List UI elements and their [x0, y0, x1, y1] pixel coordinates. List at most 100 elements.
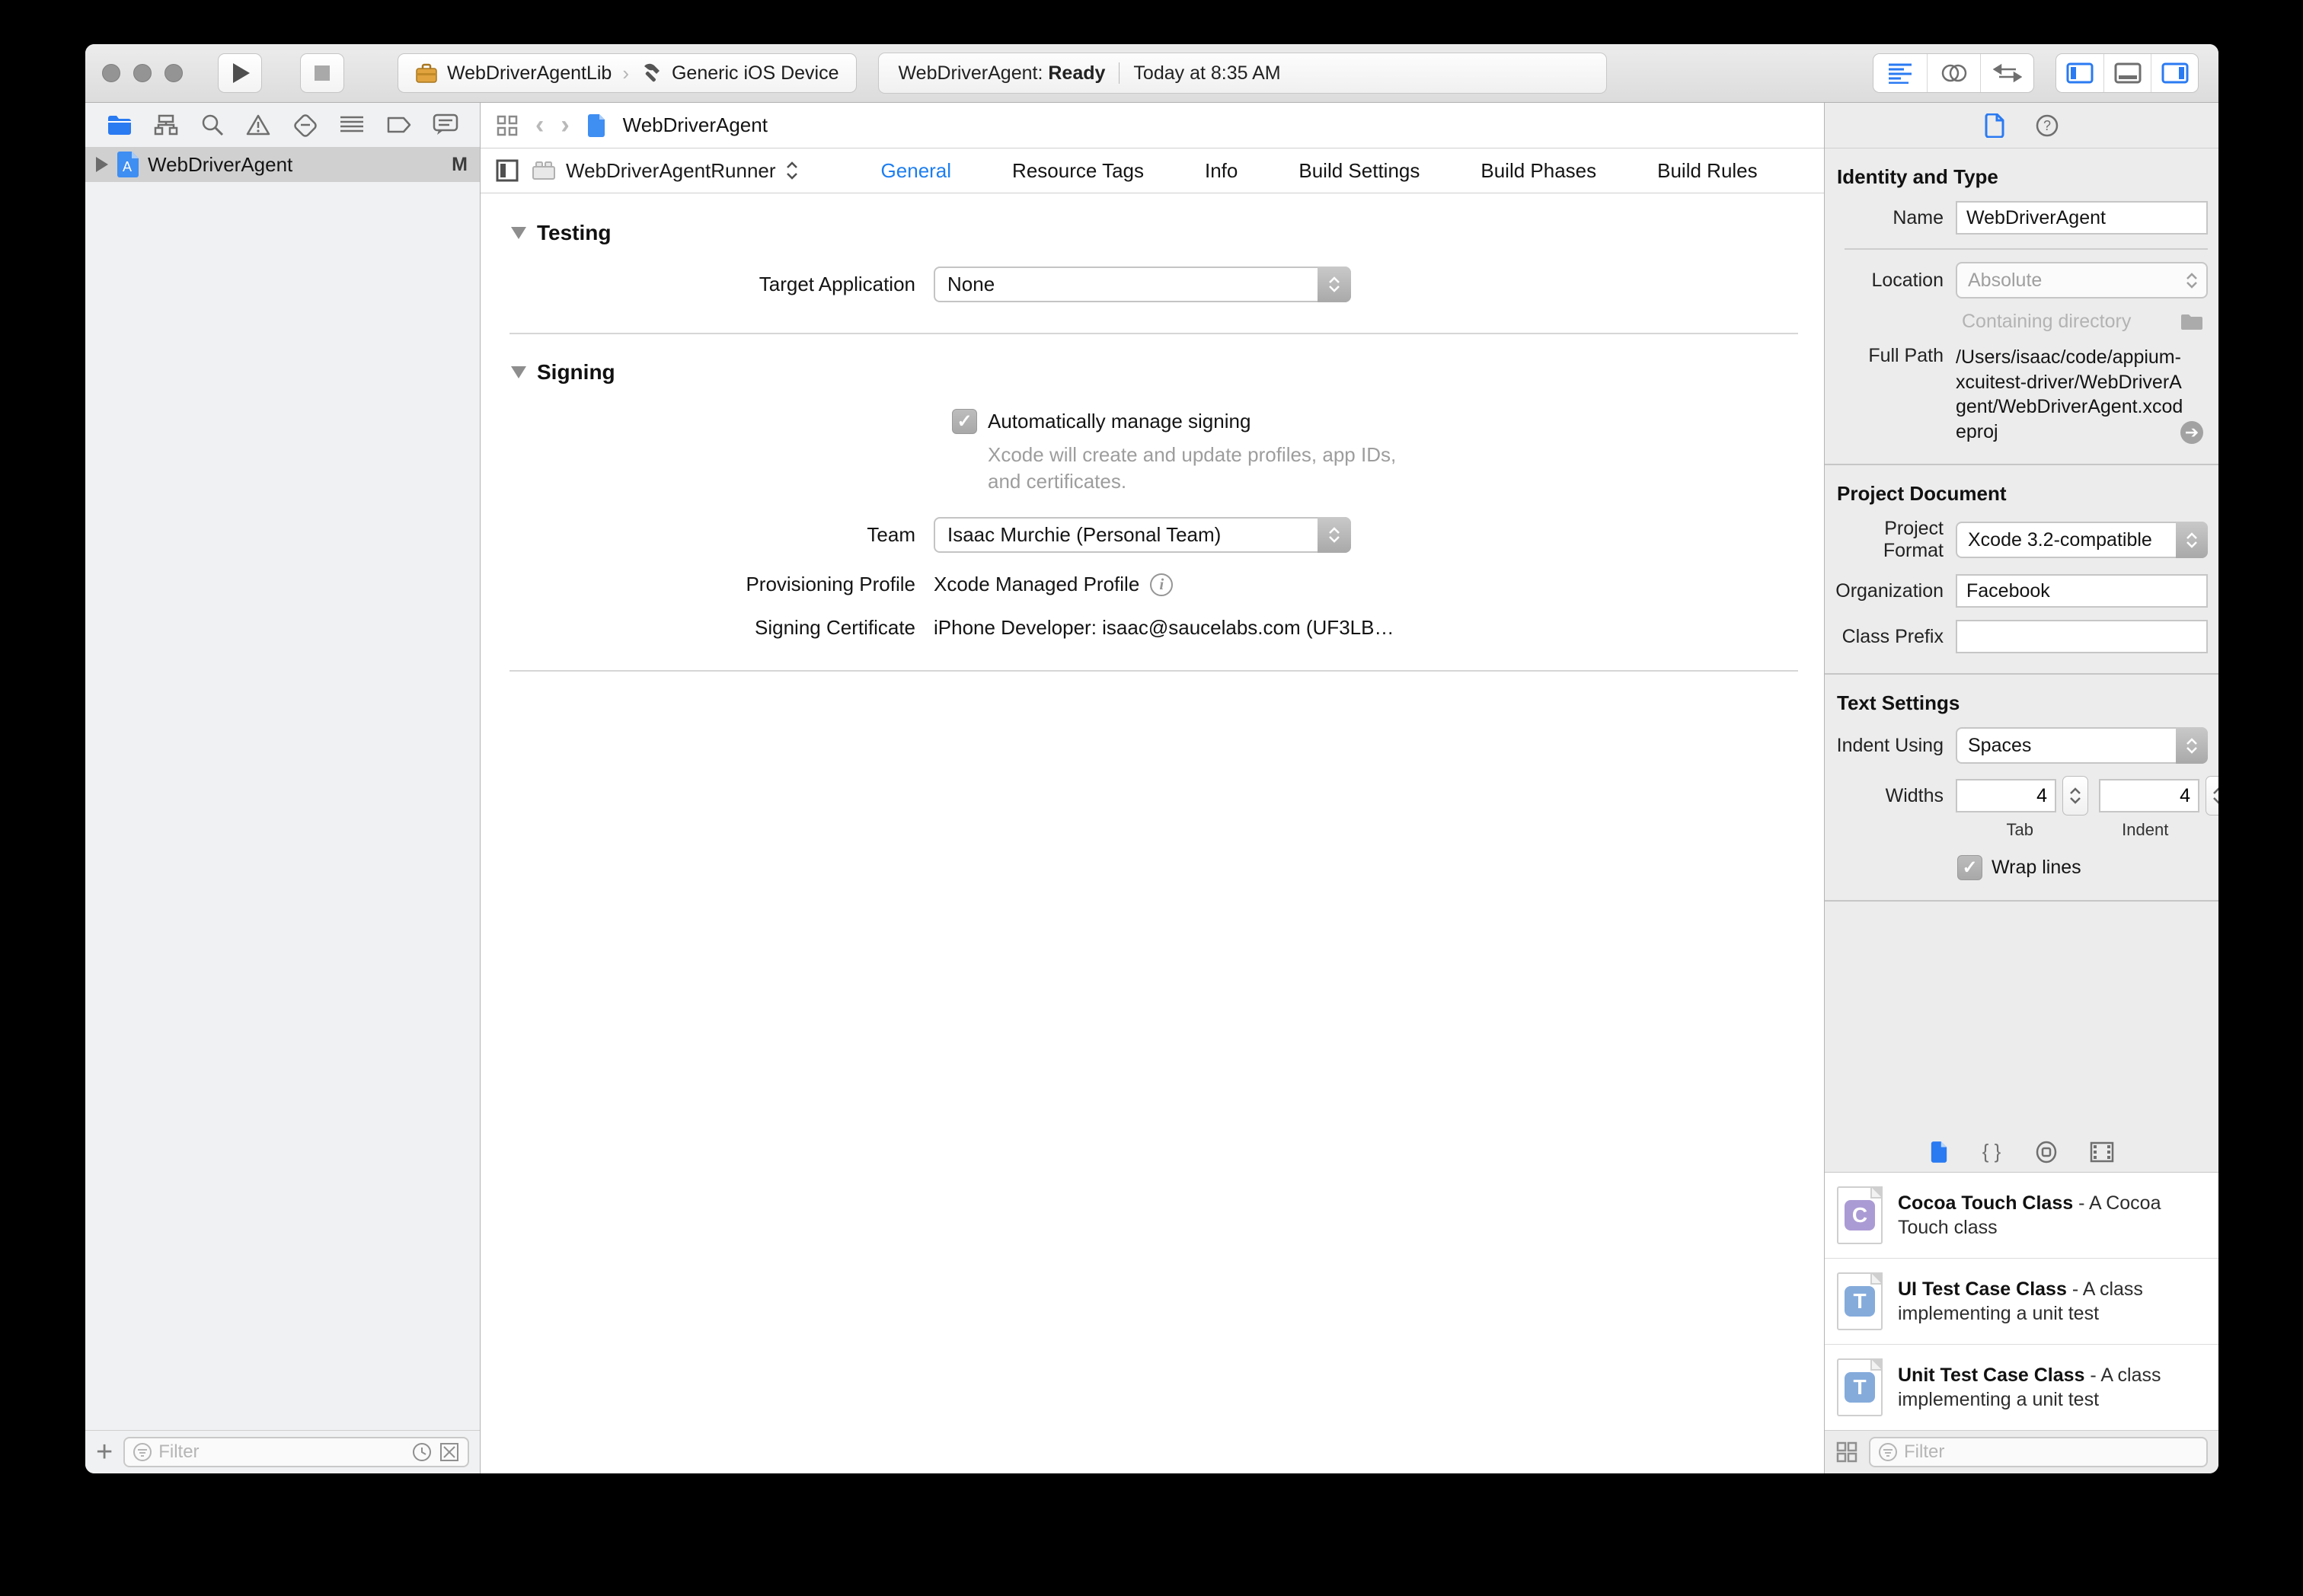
editor-tab-bar: WebDriverAgentRunner General Resource Ta…	[481, 148, 1824, 193]
minimize-window-button[interactable]	[133, 64, 152, 82]
containing-directory-placeholder: Containing directory	[1962, 311, 2132, 332]
project-format-value: Xcode 3.2-compatible	[1968, 528, 2152, 551]
zoom-window-button[interactable]	[164, 64, 183, 82]
scheme-selector[interactable]: WebDriverAgentLib › Generic iOS Device	[398, 53, 857, 93]
toggle-navigator-button[interactable]	[2056, 54, 2103, 92]
recent-files-clock-icon[interactable]	[411, 1441, 433, 1463]
library-filter-input[interactable]	[1904, 1441, 2199, 1463]
wrap-lines-checkbox[interactable]: ✓	[1957, 855, 1982, 880]
target-application-popup[interactable]: None	[934, 267, 1351, 302]
jumpbar-title[interactable]: WebDriverAgent	[623, 113, 768, 137]
breakpoint-navigator-icon[interactable]	[386, 115, 412, 135]
assistant-editor-button[interactable]	[1927, 54, 1980, 92]
svg-text:{ }: { }	[1982, 1141, 2001, 1163]
code-snippet-library-icon[interactable]: { }	[1980, 1141, 2003, 1163]
tab-build-settings[interactable]: Build Settings	[1298, 159, 1420, 183]
popup-stepper-icon	[2176, 262, 2208, 298]
hide-target-sidebar-icon[interactable]	[496, 159, 519, 182]
status-state: Ready	[1048, 62, 1106, 84]
svg-text:?: ?	[2043, 118, 2050, 133]
project-format-popup[interactable]: Xcode 3.2-compatible	[1956, 522, 2208, 558]
organization-field[interactable]	[1956, 574, 2208, 608]
media-library-icon[interactable]	[2090, 1141, 2114, 1163]
report-navigator-icon[interactable]	[433, 113, 458, 136]
auto-manage-signing-checkbox[interactable]: ✓	[952, 409, 977, 434]
toggle-debug-area-button[interactable]	[2103, 54, 2151, 92]
tab-info[interactable]: Info	[1205, 159, 1238, 183]
target-selector[interactable]: WebDriverAgentRunner	[531, 159, 799, 183]
location-label: Location	[1871, 269, 1944, 291]
tab-width-input[interactable]	[1957, 784, 2047, 807]
class-prefix-input[interactable]	[1966, 625, 2197, 648]
standard-editor-button[interactable]	[1873, 54, 1927, 92]
navigator-filter-field[interactable]	[123, 1437, 469, 1467]
file-inspector-tab-icon[interactable]	[1985, 113, 2004, 138]
indent-width-input[interactable]	[2100, 784, 2190, 807]
template-name: UI Test Case Class	[1898, 1278, 2067, 1300]
class-prefix-field[interactable]	[1956, 620, 2208, 653]
source-control-filter-icon[interactable]	[439, 1441, 460, 1463]
related-items-icon[interactable]	[496, 114, 519, 137]
organization-input[interactable]	[1966, 579, 2197, 602]
standard-editor-icon	[1889, 63, 1912, 84]
widths-label: Widths	[1885, 784, 1944, 806]
signing-section-header[interactable]: Signing	[511, 360, 1824, 385]
wrap-lines-label: Wrap lines	[1992, 857, 2081, 878]
forward-button[interactable]: ›	[561, 110, 569, 140]
navigator-bottom-bar: +	[85, 1430, 480, 1473]
inspector-panel-icon	[2161, 62, 2188, 84]
file-template-list: C Cocoa Touch Class - A Cocoa Touch clas…	[1825, 1172, 2218, 1430]
indent-width-field[interactable]	[2099, 779, 2199, 812]
unit-test-case-class-icon: T	[1837, 1358, 1883, 1416]
symbol-navigator-icon[interactable]	[153, 113, 179, 136]
folder-icon[interactable]	[2180, 313, 2203, 331]
toggle-inspector-button[interactable]	[2151, 54, 2198, 92]
inspector-section-divider	[1825, 673, 2218, 675]
close-window-button[interactable]	[102, 64, 120, 82]
destination-hammer-icon	[644, 63, 660, 82]
run-button[interactable]	[218, 53, 262, 93]
location-popup[interactable]: Absolute	[1956, 262, 2208, 298]
name-field[interactable]	[1956, 201, 2208, 235]
issue-navigator-icon[interactable]	[245, 113, 271, 136]
version-editor-button[interactable]	[1980, 54, 2033, 92]
project-row[interactable]: A WebDriverAgent M	[85, 147, 480, 182]
filter-icon	[1879, 1443, 1897, 1461]
stop-button[interactable]	[300, 53, 344, 93]
info-icon[interactable]: i	[1150, 573, 1174, 596]
tab-build-rules[interactable]: Build Rules	[1657, 159, 1758, 183]
name-input[interactable]	[1966, 206, 2197, 229]
debug-navigator-icon[interactable]	[339, 114, 365, 136]
team-value: Isaac Murchie (Personal Team)	[947, 523, 1222, 547]
disclosure-triangle-icon[interactable]	[96, 157, 108, 172]
indent-using-popup[interactable]: Spaces	[1956, 727, 2208, 764]
indent-width-stepper[interactable]	[2206, 776, 2218, 816]
scheme-name: WebDriverAgentLib	[447, 62, 612, 84]
quick-help-tab-icon[interactable]: ?	[2035, 113, 2059, 138]
status-time: Today at 8:35 AM	[1133, 62, 1281, 84]
team-popup[interactable]: Isaac Murchie (Personal Team)	[934, 517, 1351, 554]
tab-build-phases[interactable]: Build Phases	[1480, 159, 1596, 183]
library-filter-field[interactable]	[1869, 1437, 2208, 1467]
file-template-library-icon[interactable]	[1930, 1141, 1948, 1163]
navigator-filter-input[interactable]	[158, 1441, 405, 1463]
grid-view-icon[interactable]	[1835, 1441, 1858, 1464]
find-navigator-icon[interactable]	[200, 113, 225, 137]
back-button[interactable]: ‹	[535, 110, 544, 140]
testing-section-header[interactable]: Testing	[511, 221, 1824, 245]
tab-width-stepper[interactable]	[2062, 776, 2088, 816]
class-prefix-row: Class Prefix	[1825, 620, 2208, 653]
test-navigator-icon[interactable]	[292, 113, 318, 137]
testing-section-title: Testing	[537, 221, 612, 244]
tab-width-field[interactable]	[1956, 779, 2056, 812]
target-application-label: Target Application	[759, 273, 915, 295]
list-item[interactable]: C Cocoa Touch Class - A Cocoa Touch clas…	[1825, 1173, 2218, 1258]
tab-resource-tags[interactable]: Resource Tags	[1012, 159, 1144, 183]
open-path-arrow-icon[interactable]: ➔	[2180, 421, 2203, 444]
target-application-value: None	[947, 273, 995, 295]
object-library-icon[interactable]	[2035, 1141, 2058, 1163]
tab-general[interactable]: General	[881, 159, 952, 183]
project-navigator-icon[interactable]	[107, 113, 133, 136]
list-item[interactable]: T Unit Test Case Class - A class impleme…	[1825, 1344, 2218, 1430]
list-item[interactable]: T UI Test Case Class - A class implement…	[1825, 1258, 2218, 1344]
